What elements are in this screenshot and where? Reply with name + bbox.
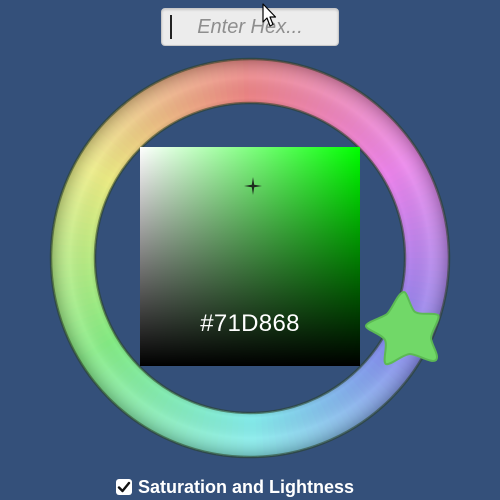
checkmark-icon xyxy=(117,481,131,493)
picker-crosshair-icon[interactable] xyxy=(243,176,263,196)
mode-checkbox[interactable] xyxy=(116,479,132,495)
saturation-lightness-toggle[interactable]: Saturation and Lightness xyxy=(116,476,354,498)
selected-hex-label: #71D868 xyxy=(200,310,300,337)
hue-star-handle-icon[interactable] xyxy=(360,288,446,370)
mode-toggle-label: Saturation and Lightness xyxy=(138,476,355,497)
